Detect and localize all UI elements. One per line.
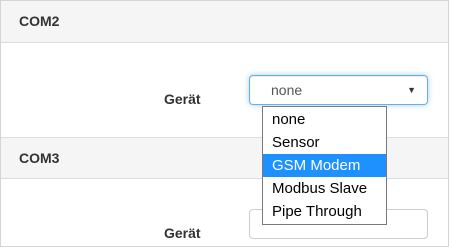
dropdown-option-sensor[interactable]: Sensor: [263, 131, 386, 154]
com2-device-select[interactable]: none ▼: [249, 75, 428, 105]
dropdown-option-gsm-modem[interactable]: GSM Modem: [263, 154, 386, 177]
settings-panel: COM2 Gerät none ▼ COM3 Gerät none Sensor…: [0, 0, 449, 247]
dropdown-option-none[interactable]: none: [263, 108, 386, 131]
com2-device-label: Gerät: [164, 91, 201, 107]
com2-section-title: COM2: [19, 13, 60, 29]
com3-device-label: Gerät: [164, 225, 201, 241]
chevron-down-icon: ▼: [407, 85, 416, 95]
dropdown-option-modbus-slave[interactable]: Modbus Slave: [263, 177, 386, 200]
com3-section-title: COM3: [19, 150, 60, 166]
dropdown-option-pipe-through[interactable]: Pipe Through: [263, 200, 386, 223]
com2-device-select-value: none: [271, 82, 303, 98]
com2-device-dropdown: none Sensor GSM Modem Modbus Slave Pipe …: [262, 106, 387, 225]
com2-section-header: COM2: [1, 1, 448, 43]
